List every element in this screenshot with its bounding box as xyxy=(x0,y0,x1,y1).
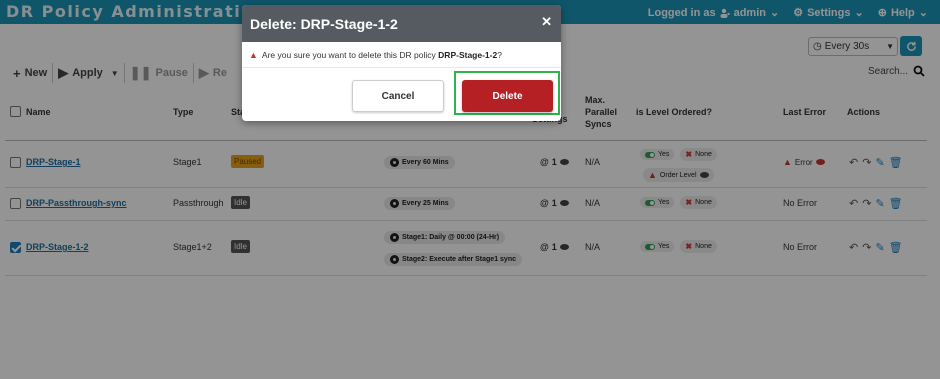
cancel-button[interactable]: Cancel xyxy=(352,80,444,112)
close-icon[interactable]: ✕ xyxy=(541,14,552,30)
dialog-message: ▲ Are you sure you want to delete this D… xyxy=(242,42,561,68)
dialog-header: Delete: DRP-Stage-1-2 ✕ xyxy=(242,5,561,42)
warning-icon: ▲ xyxy=(249,49,258,60)
message-policy-name: DRP-Stage-1-2 xyxy=(438,49,498,60)
dialog-title: Delete: DRP-Stage-1-2 xyxy=(250,15,398,32)
delete-button[interactable]: Delete xyxy=(462,80,553,112)
message-suffix: ? xyxy=(497,49,502,60)
message-prefix: Are you sure you want to delete this DR … xyxy=(261,49,436,60)
